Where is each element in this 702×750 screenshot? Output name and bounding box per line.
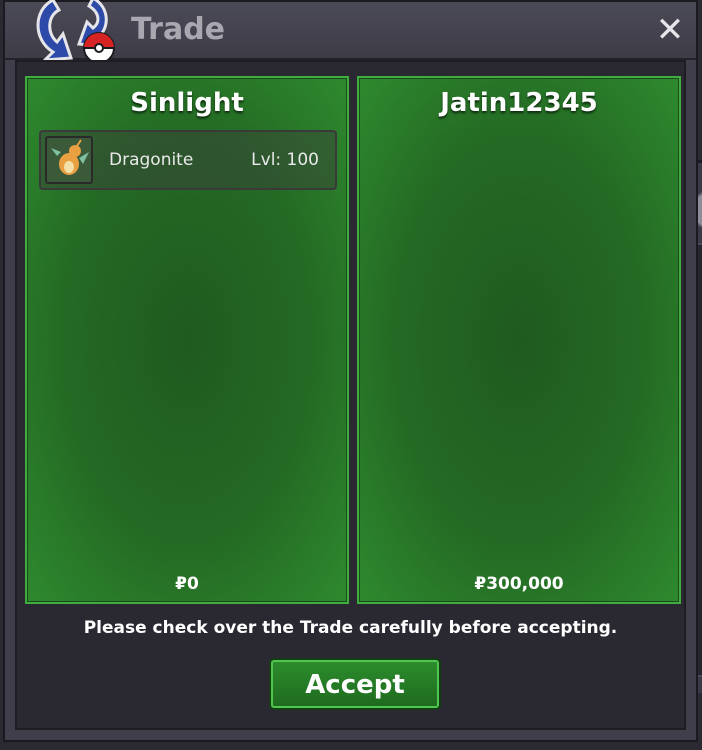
title-bar[interactable]: Trade ✕ xyxy=(5,0,696,64)
trade-warning-text: Please check over the Trade carefully be… xyxy=(83,618,618,638)
item-name: Dragonite xyxy=(109,150,194,170)
player-name: Sinlight xyxy=(130,88,244,118)
window-title: Trade xyxy=(131,12,226,47)
trade-panel-self: Sinlight Dragonite Lvl: 100 ₽0 xyxy=(25,76,349,604)
close-icon[interactable]: ✕ xyxy=(652,10,688,50)
player-name: Jatin12345 xyxy=(440,88,598,118)
trade-panel-partner: Jatin12345 ₽300,000 xyxy=(357,76,681,604)
item-level: Lvl: 100 xyxy=(251,150,319,170)
money-offer: ₽300,000 xyxy=(474,574,564,594)
money-offer: ₽0 xyxy=(175,574,199,594)
accept-button[interactable]: Accept xyxy=(271,660,439,708)
trade-body: Sinlight Dragonite Lvl: 100 ₽0 Jatin1234… xyxy=(15,60,686,730)
dragonite-icon xyxy=(45,136,93,184)
trade-logo-icon xyxy=(36,0,115,64)
trade-window: Trade ✕ Sinlight Dragonite Lvl: 100 ₽0 J… xyxy=(3,0,698,742)
trade-item[interactable]: Dragonite Lvl: 100 xyxy=(39,130,337,190)
